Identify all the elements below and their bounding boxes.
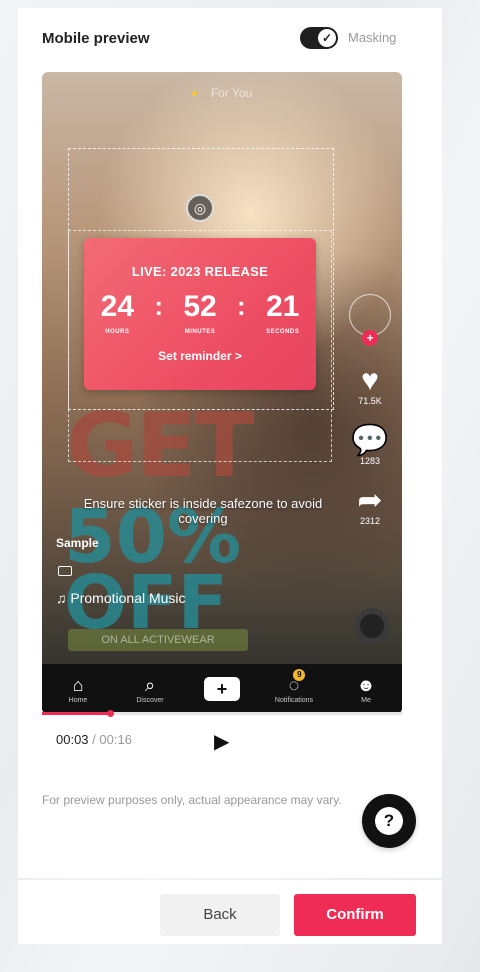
home-icon: ⌂: [72, 674, 84, 695]
nav-discover[interactable]: ⌕ Discover: [120, 675, 180, 704]
safezone-warning: Ensure sticker is inside safezone to avo…: [83, 496, 323, 526]
phone-top-text: For You: [210, 86, 253, 100]
hours-value: 24: [100, 290, 135, 323]
panel-title: Mobile preview: [42, 30, 150, 47]
username: Sample: [56, 536, 99, 550]
comments-count: 1283: [359, 456, 381, 466]
notification-badge: 9: [293, 668, 306, 681]
back-button[interactable]: Back: [160, 894, 280, 936]
help-button[interactable]: ?: [362, 794, 416, 848]
set-reminder-link[interactable]: Set reminder >: [84, 349, 316, 363]
nav-create[interactable]: +: [192, 677, 252, 701]
countdown-seconds: 21 SECONDS: [254, 290, 312, 336]
countdown-row: 24 HOURS : 52 MINUTES : 21 SECONDS: [84, 290, 316, 336]
discover-icon: ⌕: [144, 674, 156, 695]
hours-label: HOURS: [105, 329, 130, 335]
progress-fill: [42, 712, 111, 715]
action-column: + ♥ 71.5K 💬 1283 ➦ 2312: [348, 294, 392, 526]
phone-top-bar: For You: [42, 86, 402, 100]
duration: / 00:16: [92, 732, 132, 747]
current-time: 00:03: [56, 732, 89, 747]
me-icon: ☻: [356, 674, 376, 695]
nav-label: Me: [361, 696, 371, 704]
colon-separator: :: [154, 291, 163, 321]
countdown-sticker[interactable]: LIVE: 2023 RELEASE 24 HOURS : 52 MINUTES…: [84, 238, 316, 390]
music-disc-icon[interactable]: [354, 608, 390, 644]
nav-label: Discover: [136, 696, 164, 704]
nav-home[interactable]: ⌂ Home: [48, 675, 108, 704]
masking-label: Masking: [348, 30, 397, 45]
seconds-label: SECONDS: [266, 329, 300, 335]
nav-label: Home: [68, 696, 88, 704]
shares-count: 2312: [359, 516, 381, 526]
question-icon: ?: [375, 807, 403, 835]
colon-separator: :: [237, 291, 246, 321]
play-icon[interactable]: ▶: [214, 729, 229, 754]
check-icon: ✓: [318, 29, 336, 47]
music-label: ♫ Promotional Music: [56, 590, 186, 606]
caption-icon: [58, 566, 72, 576]
follow-plus-icon[interactable]: +: [362, 330, 378, 346]
bottom-nav: ⌂ Home ⌕ Discover + ◌ 9 Notifications ☻ M…: [42, 664, 402, 714]
heart-icon[interactable]: ♥: [361, 364, 379, 398]
phone-preview: For You GET 50% OFF ◎ LIVE: 2023 RELEASE…: [42, 72, 402, 714]
minutes-label: MINUTES: [184, 329, 216, 335]
playback-time: 00:03 / 00:16: [56, 732, 132, 747]
notifications-icon: ◌ 9: [289, 668, 306, 695]
cta-bar[interactable]: ON ALL ACTIVEWEAR: [68, 629, 248, 651]
nav-notifications[interactable]: ◌ 9 Notifications: [264, 668, 324, 704]
progress-handle[interactable]: [107, 710, 115, 717]
live-dot-icon: [191, 91, 197, 97]
sticker-title: LIVE: 2023 RELEASE: [131, 264, 269, 279]
countdown-hours: 24 HOURS: [88, 290, 146, 336]
countdown-minutes: 52 MINUTES: [171, 290, 229, 336]
preview-panel: Mobile preview ✓ Masking For You GET 50%…: [18, 8, 442, 878]
seconds-value: 21: [265, 290, 300, 323]
preview-disclaimer: For preview purposes only, actual appear…: [42, 793, 342, 807]
comment-icon[interactable]: 💬: [351, 424, 388, 458]
share-icon[interactable]: ➦: [357, 484, 382, 518]
nav-label: Notifications: [274, 696, 314, 704]
likes-count: 71.5K: [358, 396, 382, 406]
playback-progress[interactable]: [42, 710, 402, 717]
nav-me[interactable]: ☻ Me: [336, 675, 396, 704]
plus-icon: +: [204, 677, 240, 701]
masking-toggle[interactable]: ✓: [300, 27, 338, 49]
confirm-button[interactable]: Confirm: [294, 894, 416, 936]
footer-bar: Back Confirm: [18, 880, 442, 944]
target-icon[interactable]: ◎: [186, 194, 214, 222]
minutes-value: 52: [183, 290, 217, 323]
